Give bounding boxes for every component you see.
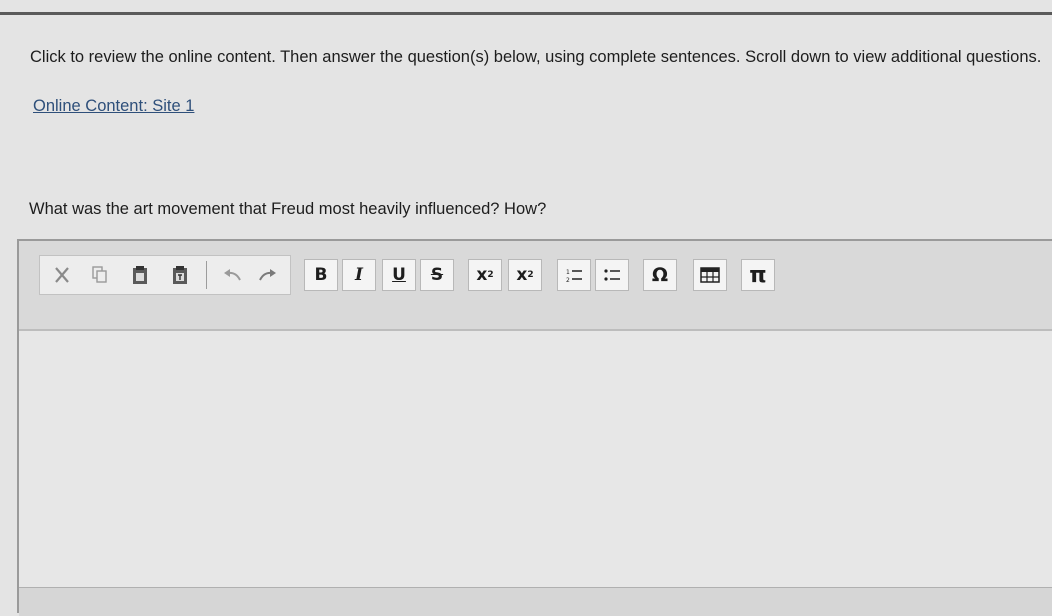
svg-text:1: 1 bbox=[566, 269, 570, 276]
table-icon[interactable] bbox=[693, 259, 727, 291]
top-divider bbox=[0, 12, 1052, 15]
subscript-digit: 2 bbox=[487, 270, 494, 280]
undo-icon[interactable] bbox=[215, 259, 249, 291]
bold-button[interactable]: B bbox=[304, 259, 338, 291]
toolbar-separator bbox=[206, 261, 207, 289]
equation-button[interactable]: π bbox=[741, 259, 775, 291]
italic-button[interactable]: I bbox=[342, 259, 376, 291]
special-character-button[interactable]: Ω bbox=[643, 259, 677, 291]
answer-text-area[interactable] bbox=[19, 331, 1052, 587]
cut-icon[interactable] bbox=[45, 259, 79, 291]
online-content-link[interactable]: Online Content: Site 1 bbox=[33, 97, 194, 116]
instructions-text: Click to review the online content. Then… bbox=[30, 48, 1042, 66]
editor-footer bbox=[19, 587, 1052, 616]
numbered-list-icon[interactable]: 12 bbox=[557, 259, 591, 291]
underline-button[interactable]: U bbox=[382, 259, 416, 291]
superscript-base: x bbox=[516, 265, 528, 285]
superscript-digit: 2 bbox=[527, 270, 534, 280]
subscript-button[interactable]: x2 bbox=[468, 259, 502, 291]
subscript-base: x bbox=[476, 265, 488, 285]
paste-text-icon[interactable] bbox=[163, 259, 197, 291]
strikethrough-button[interactable]: S bbox=[420, 259, 454, 291]
superscript-button[interactable]: x2 bbox=[508, 259, 542, 291]
copy-icon[interactable] bbox=[83, 259, 117, 291]
bulleted-list-icon[interactable] bbox=[595, 259, 629, 291]
svg-text:2: 2 bbox=[566, 277, 570, 283]
editor-toolbar: B I U S x2 x2 12 Ω π bbox=[19, 241, 1052, 331]
redo-icon[interactable] bbox=[251, 259, 285, 291]
question-text: What was the art movement that Freud mos… bbox=[29, 200, 547, 218]
answer-editor: B I U S x2 x2 12 Ω π bbox=[17, 239, 1052, 616]
paste-icon[interactable] bbox=[123, 259, 157, 291]
